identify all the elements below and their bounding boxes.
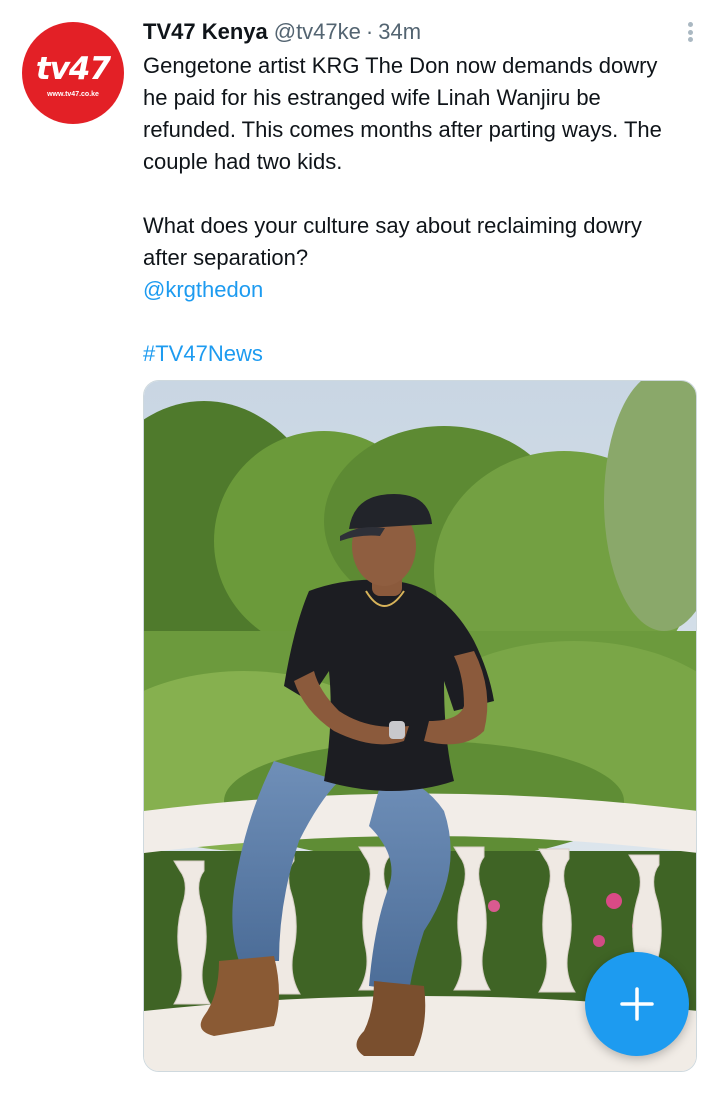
tweet-line: couple had two kids. (143, 149, 343, 174)
separator-dot: · (365, 19, 374, 44)
more-vertical-icon[interactable] (680, 19, 700, 45)
tweet-line: after separation? (143, 245, 309, 270)
display-name[interactable]: TV47 Kenya (143, 19, 268, 45)
avatar[interactable]: tv47 www.tv47.co.ke (22, 22, 124, 124)
tweet-line: refunded. This comes months after partin… (143, 117, 662, 142)
avatar-url: www.tv47.co.ke (47, 91, 99, 98)
tweet-line: he paid for his estranged wife Linah Wan… (143, 85, 601, 110)
hashtag-link[interactable]: #TV47News (143, 338, 703, 370)
timestamp[interactable]: 34m (378, 19, 421, 45)
avatar-logo: tv47 (35, 51, 111, 87)
tweet-header: TV47 Kenya @tv47ke · 34m (143, 17, 700, 47)
mention-link[interactable]: @krgthedon (143, 274, 703, 306)
compose-button[interactable] (585, 952, 689, 1056)
user-handle[interactable]: @tv47ke (274, 19, 361, 45)
plus-icon (620, 987, 654, 1021)
tweet-line: Gengetone artist KRG The Don now demands… (143, 53, 658, 78)
tweet-text: Gengetone artist KRG The Don now demands… (143, 50, 703, 370)
tweet-line: What does your culture say about reclaim… (143, 213, 642, 238)
